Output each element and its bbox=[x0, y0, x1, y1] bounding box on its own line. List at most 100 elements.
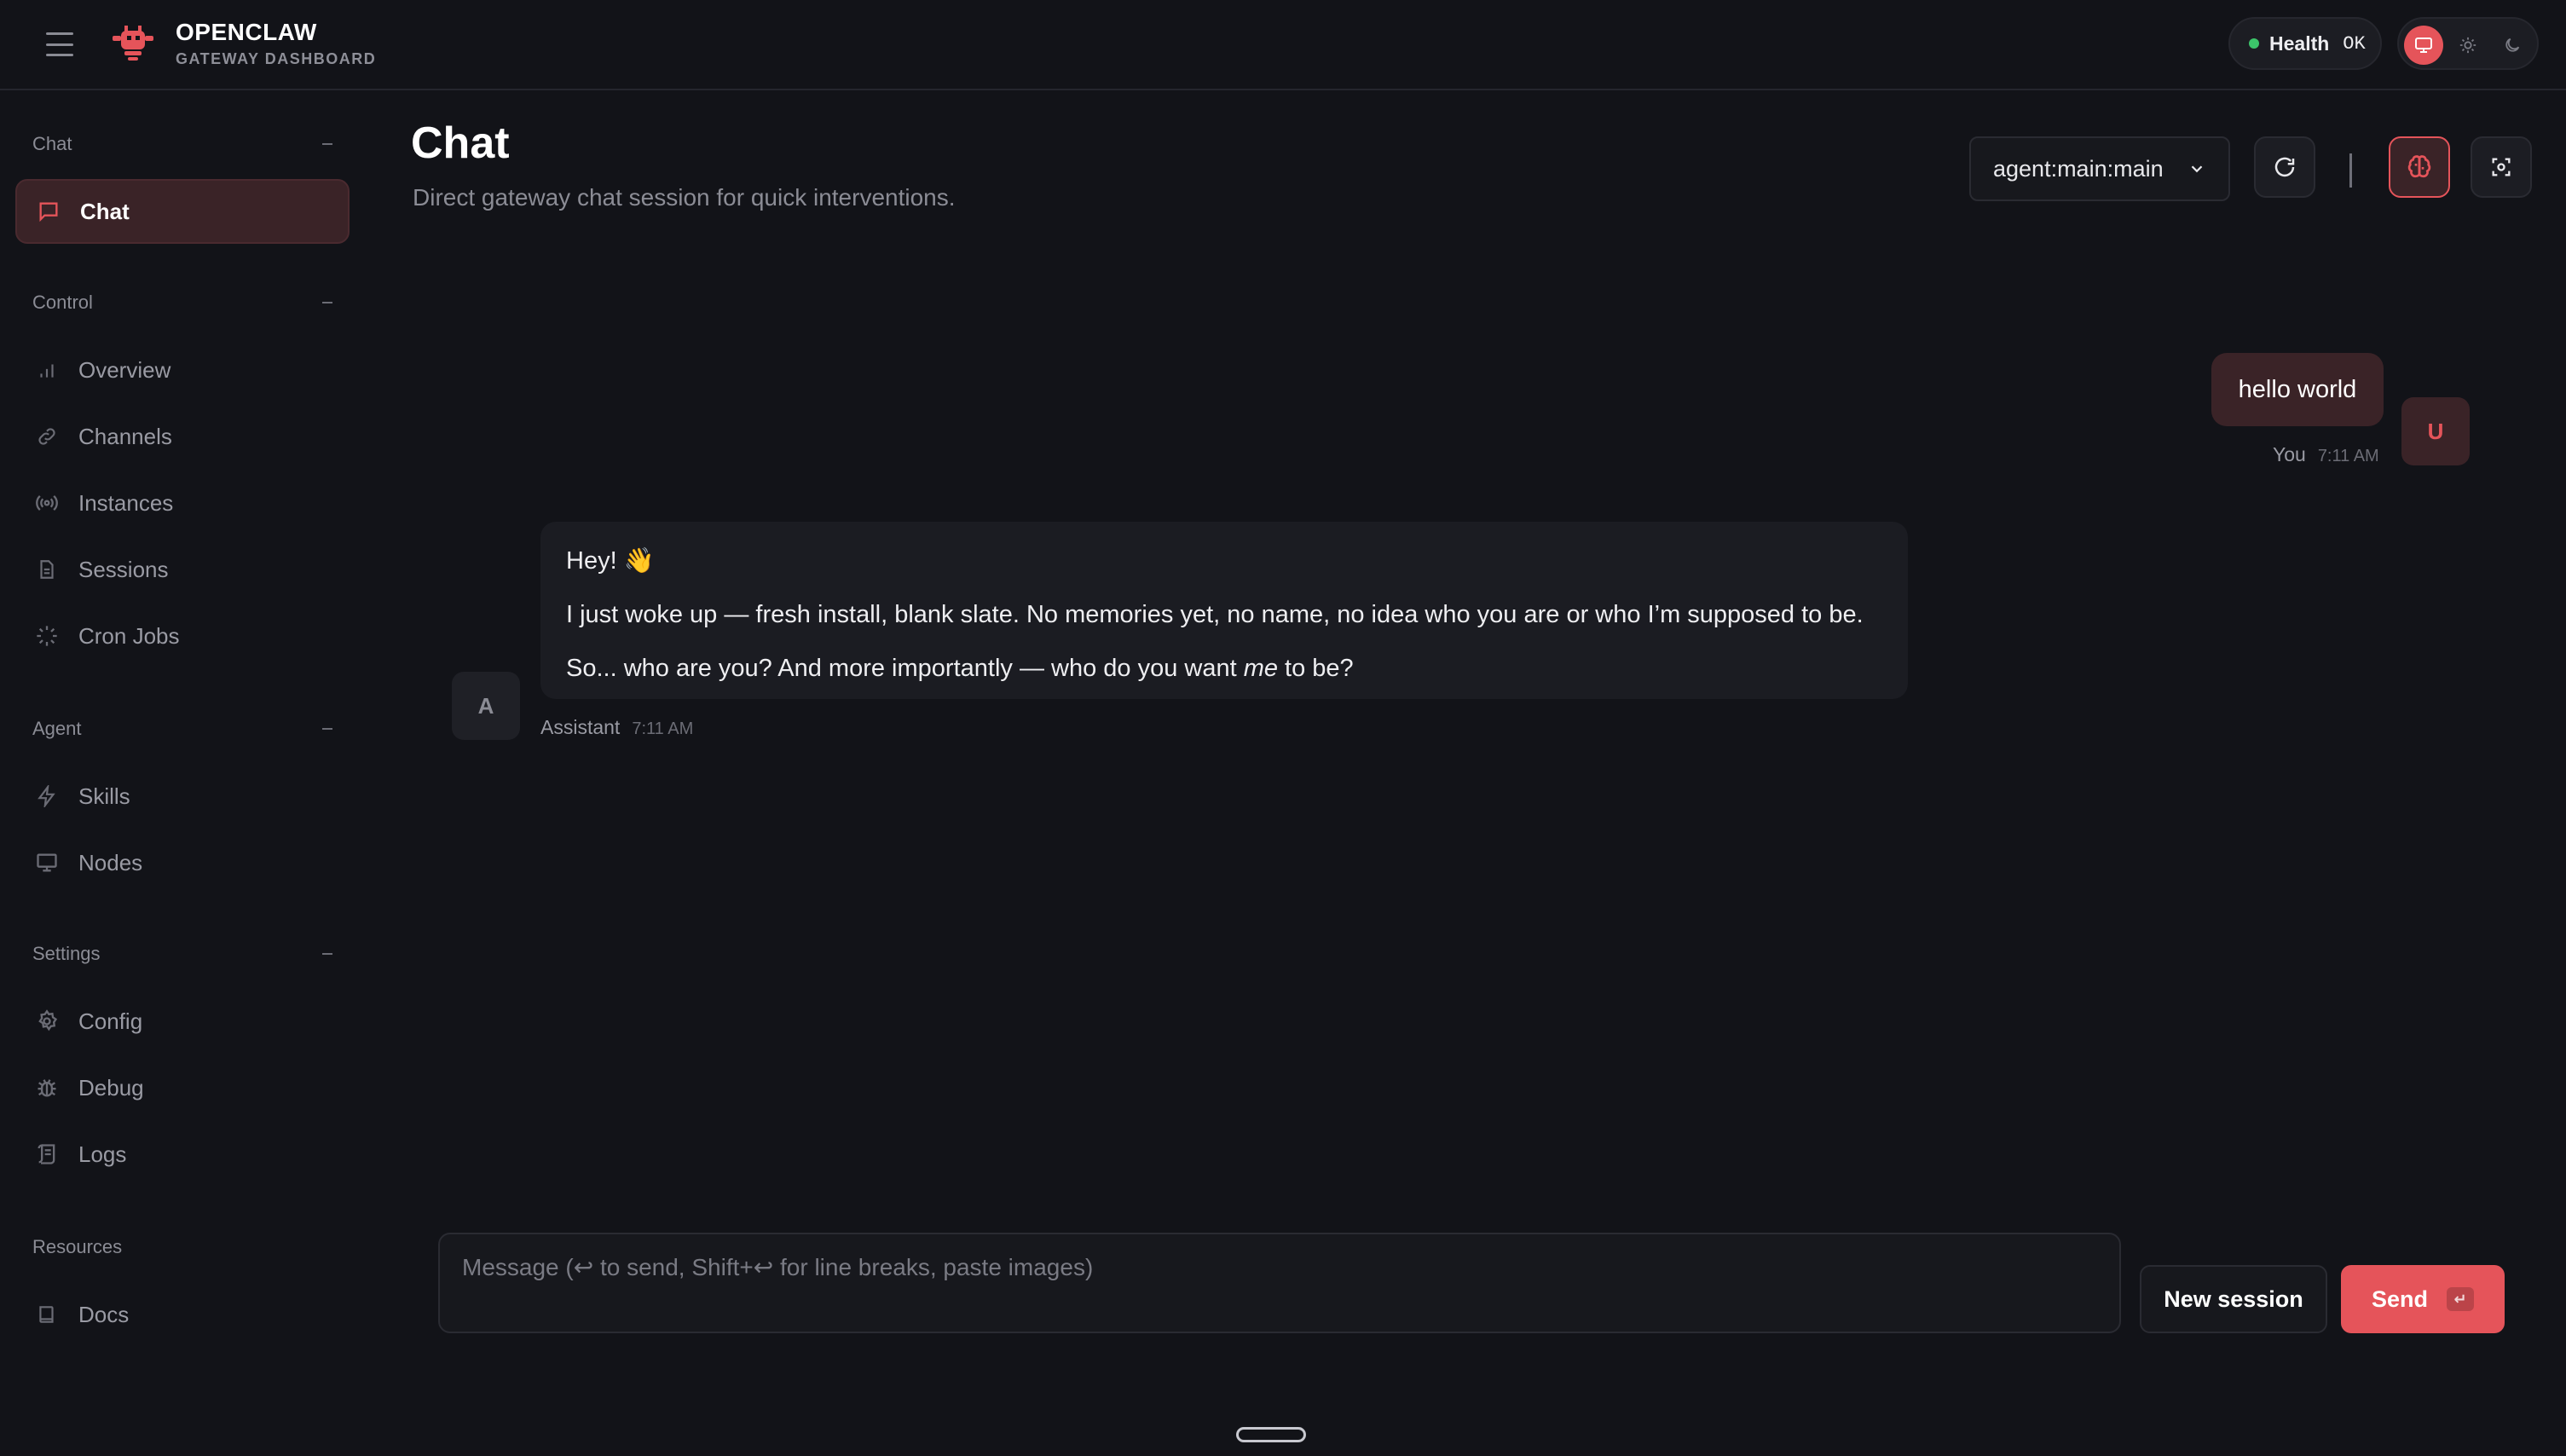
message-emphasis: me bbox=[1243, 655, 1278, 682]
brand-name: OPENCLAW bbox=[176, 19, 317, 45]
health-status-dot bbox=[2249, 38, 2259, 49]
sidebar-section-settings[interactable]: Settings bbox=[32, 943, 332, 965]
collapse-icon[interactable] bbox=[322, 953, 332, 955]
collapse-icon[interactable] bbox=[322, 302, 332, 303]
top-bar: OPENCLAW GATEWAY DASHBOARD Health OK bbox=[0, 0, 2566, 90]
moon-icon bbox=[2505, 38, 2520, 52]
link-icon bbox=[34, 424, 60, 449]
message-text: hello world bbox=[2238, 375, 2357, 403]
sidebar-item-label: Config bbox=[78, 1008, 143, 1034]
sidebar: Chat Chat Control Overview Channels Inst… bbox=[0, 92, 368, 1456]
bar-chart-icon bbox=[34, 357, 60, 383]
sidebar-item-label: Overview bbox=[78, 356, 171, 383]
sidebar-item-nodes[interactable]: Nodes bbox=[15, 830, 350, 895]
menu-icon[interactable] bbox=[43, 27, 77, 61]
chevron-down-icon bbox=[2191, 165, 2203, 173]
sidebar-item-label: Cron Jobs bbox=[78, 622, 180, 649]
sidebar-item-label: Chat bbox=[80, 198, 130, 224]
bug-icon bbox=[34, 1075, 60, 1101]
theme-switcher bbox=[2397, 17, 2539, 70]
sidebar-section-agent[interactable]: Agent bbox=[32, 718, 332, 740]
sidebar-item-label: Nodes bbox=[78, 849, 143, 875]
new-session-button[interactable]: New session bbox=[2140, 1265, 2327, 1333]
sidebar-item-label: Debug bbox=[78, 1074, 144, 1101]
message-line: Hey! 👋 bbox=[566, 547, 655, 575]
sidebar-item-overview[interactable]: Overview bbox=[15, 338, 350, 402]
theme-dark-button[interactable] bbox=[2493, 26, 2532, 65]
monitor-icon bbox=[2415, 38, 2432, 53]
sidebar-item-label: Logs bbox=[78, 1141, 127, 1167]
sidebar-section-control[interactable]: Control bbox=[32, 292, 332, 314]
refresh-icon bbox=[2274, 157, 2295, 177]
theme-system-button[interactable] bbox=[2404, 26, 2443, 65]
zap-icon bbox=[34, 783, 60, 809]
message-input[interactable] bbox=[440, 1234, 2119, 1332]
sidebar-item-chat[interactable]: Chat bbox=[15, 179, 350, 244]
sidebar-item-debug[interactable]: Debug bbox=[15, 1055, 350, 1120]
sidebar-item-skills[interactable]: Skills bbox=[15, 764, 350, 829]
message-composer bbox=[438, 1233, 2121, 1333]
sidebar-item-label: Skills bbox=[78, 783, 130, 809]
assistant-message-bubble: Hey! 👋 I just woke up — fresh install, b… bbox=[540, 522, 1908, 699]
message-line: So... who are you? And more importantly … bbox=[566, 650, 1882, 687]
theme-light-button[interactable] bbox=[2448, 26, 2488, 65]
send-button-label: Send bbox=[2371, 1286, 2428, 1312]
sidebar-item-sessions[interactable]: Sessions bbox=[15, 537, 350, 602]
gear-icon bbox=[34, 1008, 60, 1034]
user-message-bubble: hello world bbox=[2211, 353, 2384, 426]
message-time: 7:11 AM bbox=[2317, 447, 2379, 465]
message-text: So... who are you? And more importantly … bbox=[566, 655, 1244, 682]
page-subtitle: Direct gateway chat session for quick in… bbox=[413, 184, 956, 211]
sidebar-section-title: Resources bbox=[32, 1236, 123, 1257]
send-button[interactable]: Send ↵ bbox=[2341, 1265, 2505, 1333]
file-icon bbox=[34, 557, 60, 582]
enter-key-icon: ↵ bbox=[2447, 1287, 2474, 1311]
openclaw-logo bbox=[113, 26, 153, 61]
assistant-message-meta: Assistant 7:11 AM bbox=[540, 716, 693, 739]
sidebar-section-title: Control bbox=[32, 292, 93, 313]
sidebar-item-docs[interactable]: Docs bbox=[15, 1282, 350, 1347]
sidebar-section-title: Agent bbox=[32, 718, 82, 739]
sidebar-item-config[interactable]: Config bbox=[15, 989, 350, 1054]
sidebar-item-cron-jobs[interactable]: Cron Jobs bbox=[15, 604, 350, 668]
user-message-meta: You 7:11 AM bbox=[2273, 443, 2379, 466]
sidebar-item-label: Sessions bbox=[78, 556, 169, 582]
monitor-icon bbox=[34, 850, 60, 875]
thinking-toggle-button[interactable] bbox=[2389, 136, 2450, 198]
message-time: 7:11 AM bbox=[632, 719, 694, 738]
session-select[interactable]: agent:main:main bbox=[1969, 136, 2230, 201]
collapse-icon[interactable] bbox=[322, 728, 332, 730]
brain-icon bbox=[2407, 155, 2431, 178]
sidebar-item-label: Instances bbox=[78, 489, 174, 516]
sidebar-item-label: Docs bbox=[78, 1301, 130, 1327]
message-author: Assistant bbox=[540, 716, 621, 738]
message-line: I just woke up — fresh install, blank sl… bbox=[566, 601, 1864, 628]
book-icon bbox=[34, 1302, 60, 1327]
sidebar-item-instances[interactable]: Instances bbox=[15, 471, 350, 535]
health-label: Health bbox=[2269, 32, 2330, 55]
health-value: OK bbox=[2343, 32, 2366, 55]
focus-mode-button[interactable] bbox=[2471, 136, 2532, 198]
sidebar-item-channels[interactable]: Channels bbox=[15, 404, 350, 469]
message-icon bbox=[36, 199, 61, 224]
sidebar-section-title: Chat bbox=[32, 133, 72, 154]
scroll-icon bbox=[34, 1141, 60, 1167]
assistant-avatar: A bbox=[452, 672, 520, 740]
page-title: Chat bbox=[411, 118, 510, 168]
health-badge: Health OK bbox=[2228, 17, 2382, 70]
sidebar-section-title: Settings bbox=[32, 943, 101, 964]
collapse-icon[interactable] bbox=[322, 143, 332, 145]
loader-icon bbox=[34, 623, 60, 649]
radio-icon bbox=[34, 490, 60, 516]
user-avatar: U bbox=[2401, 397, 2470, 465]
sidebar-item-logs[interactable]: Logs bbox=[15, 1122, 350, 1187]
home-indicator[interactable] bbox=[1236, 1427, 1306, 1442]
sidebar-item-label: Channels bbox=[78, 423, 172, 449]
refresh-button[interactable] bbox=[2254, 136, 2315, 198]
scan-icon bbox=[2492, 158, 2511, 176]
sidebar-section-chat[interactable]: Chat bbox=[32, 133, 332, 155]
message-author: You bbox=[2273, 443, 2306, 465]
session-select-value: agent:main:main bbox=[1993, 155, 2164, 182]
brand-subtitle: GATEWAY DASHBOARD bbox=[176, 50, 377, 67]
sidebar-section-resources: Resources bbox=[32, 1236, 332, 1258]
